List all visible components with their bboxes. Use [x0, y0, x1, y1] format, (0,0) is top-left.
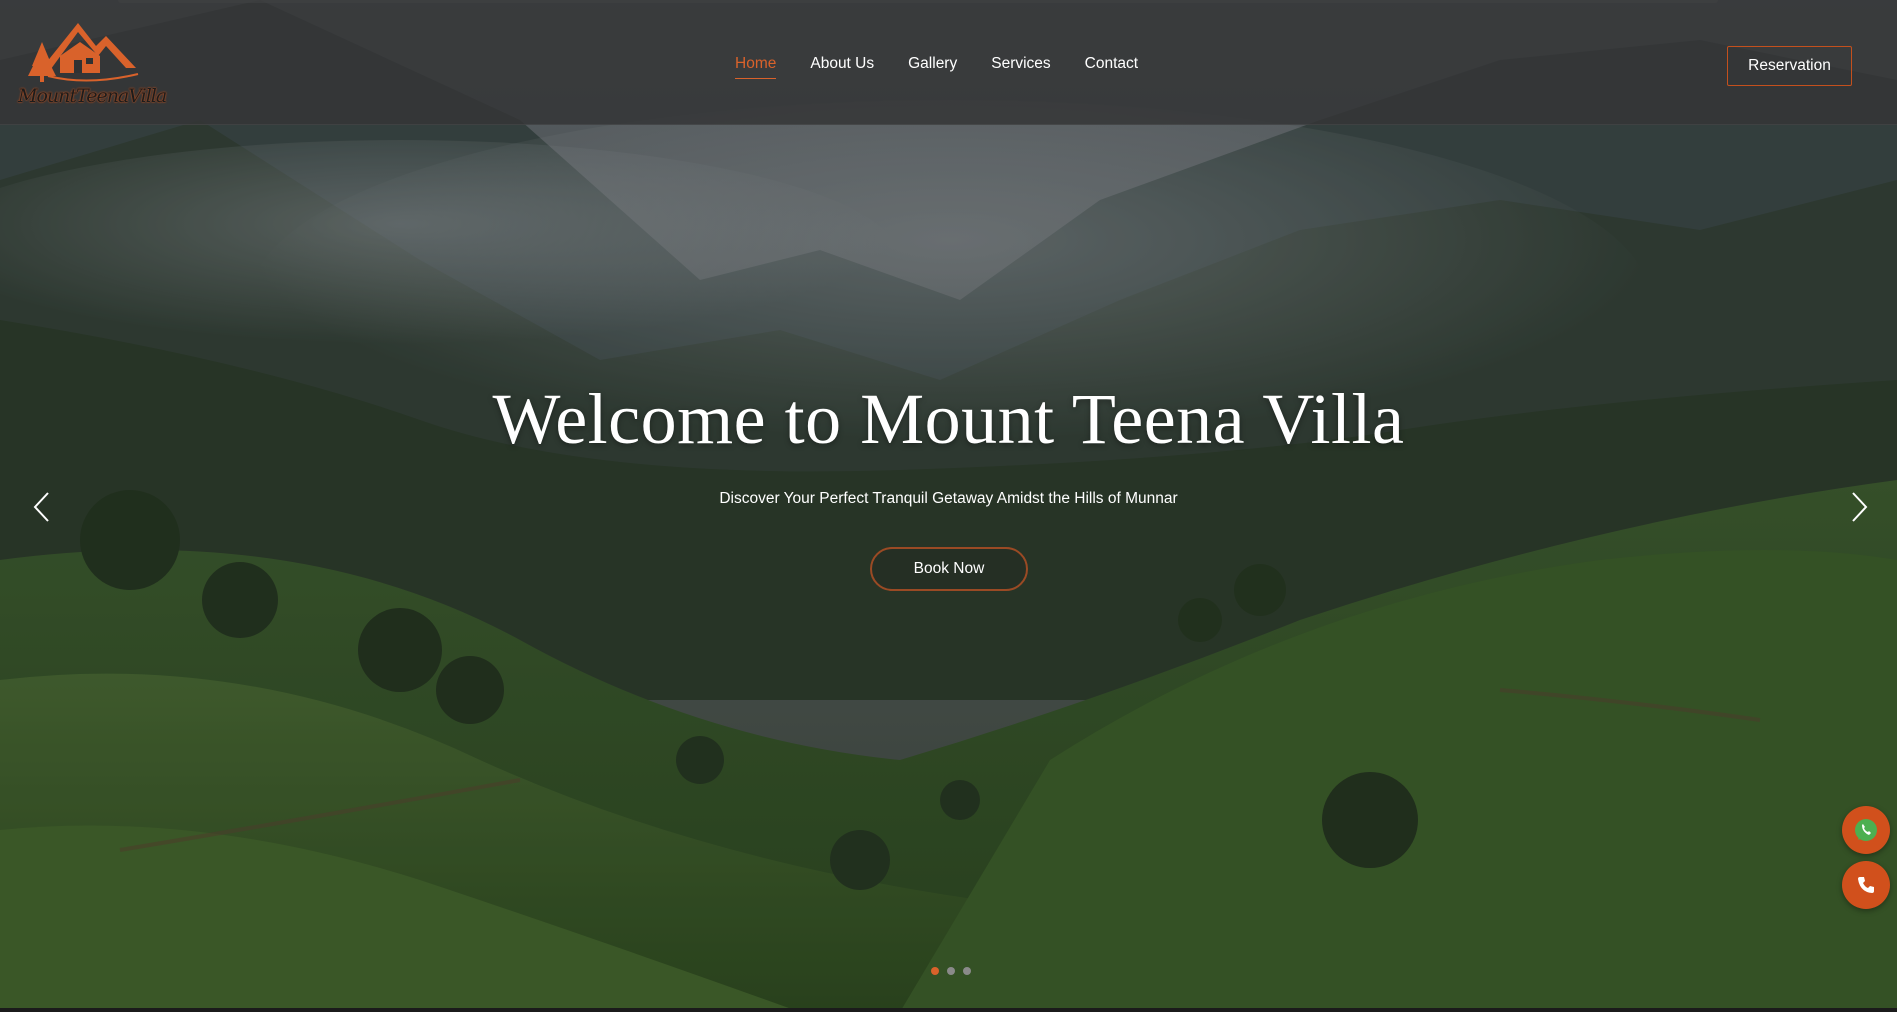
whatsapp-button[interactable] [1842, 806, 1890, 854]
hero-subtitle: Discover Your Perfect Tranquil Getaway A… [719, 490, 1178, 507]
hero-title: Welcome to Mount Teena Villa [492, 379, 1405, 459]
nav-item-home[interactable]: Home [735, 55, 777, 79]
site-logo[interactable]: MountTeenaVilla [8, 18, 168, 113]
nav-item-contact[interactable]: Contact [1085, 55, 1138, 79]
mountain-house-logo-icon [28, 23, 139, 82]
reservation-button[interactable]: Reservation [1727, 46, 1852, 86]
carousel-dot-3[interactable] [963, 967, 971, 975]
carousel-indicators [931, 967, 971, 975]
browser-bottom-edge [0, 1008, 1897, 1012]
book-now-button[interactable]: Book Now [870, 547, 1028, 591]
site-header: MountTeenaVilla Home About Us Gallery Se… [0, 0, 1897, 125]
carousel-dot-1[interactable] [931, 967, 939, 975]
nav-item-gallery[interactable]: Gallery [908, 55, 957, 79]
whatsapp-icon [1855, 819, 1877, 841]
main-nav: Home About Us Gallery Services Contact [735, 55, 1138, 79]
carousel-dot-2[interactable] [947, 967, 955, 975]
phone-call-button[interactable] [1842, 861, 1890, 909]
nav-item-about-us[interactable]: About Us [810, 55, 874, 79]
phone-icon [1858, 877, 1874, 893]
logo-text: MountTeenaVilla [18, 85, 167, 107]
nav-item-services[interactable]: Services [991, 55, 1050, 79]
